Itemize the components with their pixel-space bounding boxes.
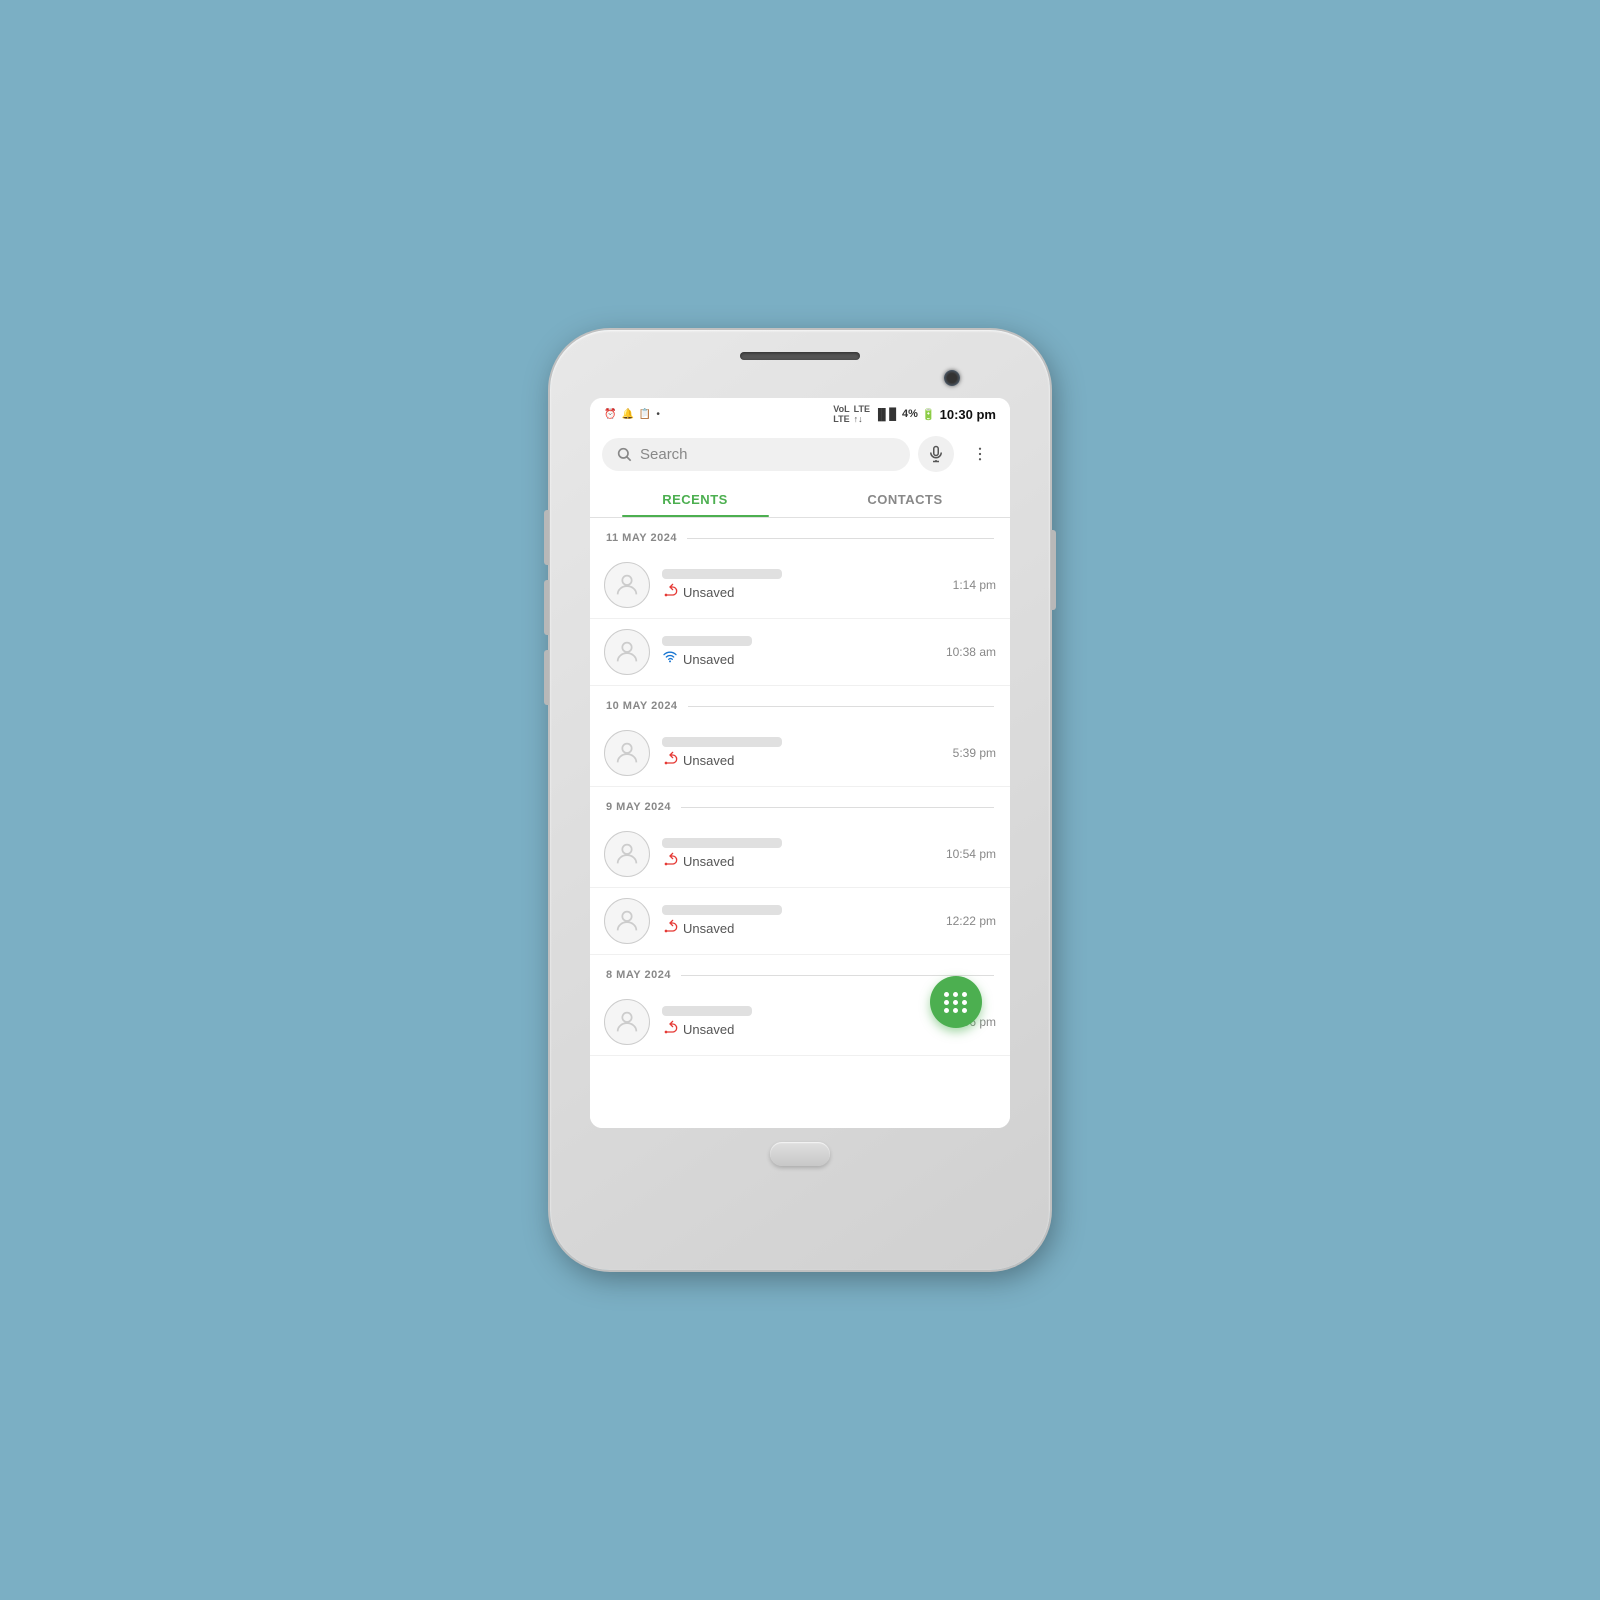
tab-contacts[interactable]: CONTACTS	[800, 480, 1010, 517]
missed-call-icon	[662, 852, 678, 871]
call-info: Unsaved	[662, 905, 934, 938]
tab-recents[interactable]: RECENTS	[590, 480, 800, 517]
call-sub-info: Unsaved	[662, 1020, 941, 1039]
call-name-blur	[662, 569, 782, 579]
lte-icon: LTE↑↓	[854, 404, 870, 424]
search-placeholder: Search	[640, 446, 896, 463]
call-item[interactable]: Unsaved 10:54 pm	[590, 821, 1010, 888]
avatar	[604, 831, 650, 877]
tabs-container: RECENTS CONTACTS	[590, 480, 1010, 518]
missed-call-icon	[662, 1020, 678, 1039]
call-label: Unsaved	[683, 585, 734, 600]
date-label-10may: 10 MAY 2024	[606, 700, 678, 712]
date-label-8may: 8 MAY 2024	[606, 969, 671, 981]
dialpad-fab[interactable]	[930, 976, 982, 1028]
phone-frame: ⏰ 🔔 📋 • VoLLTE LTE↑↓ ▐▌▊ 4% 🔋 10:30 pm	[550, 330, 1050, 1270]
avatar	[604, 730, 650, 776]
home-button[interactable]	[770, 1142, 830, 1166]
search-bar: Search	[590, 428, 1010, 480]
call-info: Unsaved	[662, 838, 934, 871]
date-header-9may: 9 MAY 2024	[590, 787, 1010, 821]
date-label-9may: 9 MAY 2024	[606, 801, 671, 813]
call-info: Unsaved	[662, 737, 941, 770]
silent-icon: 🔔	[621, 409, 633, 420]
call-sub-info: Unsaved	[662, 650, 934, 669]
time-display: 10:30 pm	[940, 407, 996, 422]
date-divider	[687, 538, 994, 539]
call-time: 1:14 pm	[953, 578, 996, 592]
volte-icon: VoLLTE	[833, 404, 849, 424]
call-sub-info: Unsaved	[662, 583, 941, 602]
screen: ⏰ 🔔 📋 • VoLLTE LTE↑↓ ▐▌▊ 4% 🔋 10:30 pm	[590, 398, 1010, 1128]
call-item[interactable]: Unsaved 12:22 pm	[590, 888, 1010, 955]
signal-icon: ▐▌▊	[874, 408, 898, 421]
speaker	[740, 352, 860, 360]
mic-button[interactable]	[918, 436, 954, 472]
call-item[interactable]: Unsaved 5:39 pm	[590, 720, 1010, 787]
date-divider	[681, 975, 994, 976]
call-label: Unsaved	[683, 854, 734, 869]
call-info: Unsaved	[662, 569, 941, 602]
call-name-blur	[662, 636, 752, 646]
date-header-10may: 10 MAY 2024	[590, 686, 1010, 720]
call-info: Unsaved	[662, 636, 934, 669]
date-header-11may: 11 MAY 2024	[590, 518, 1010, 552]
date-divider	[681, 807, 994, 808]
call-name-blur	[662, 905, 782, 915]
front-camera	[944, 370, 960, 386]
call-sub-info: Unsaved	[662, 852, 934, 871]
call-label: Unsaved	[683, 1022, 734, 1037]
avatar	[604, 898, 650, 944]
battery-icon: 🔋	[922, 408, 936, 421]
call-name-blur	[662, 737, 782, 747]
call-time: 5:39 pm	[953, 746, 996, 760]
call-label: Unsaved	[683, 652, 734, 667]
call-label: Unsaved	[683, 753, 734, 768]
status-left-icons: ⏰ 🔔 📋 •	[604, 409, 660, 420]
status-bar: ⏰ 🔔 📋 • VoLLTE LTE↑↓ ▐▌▊ 4% 🔋 10:30 pm	[590, 398, 1010, 428]
alarm-icon: ⏰	[604, 409, 616, 420]
status-right-info: VoLLTE LTE↑↓ ▐▌▊ 4% 🔋 10:30 pm	[833, 404, 996, 424]
call-item[interactable]: Unsaved 1:14 pm	[590, 552, 1010, 619]
call-time: 10:38 am	[946, 645, 996, 659]
camera-area	[610, 370, 990, 386]
calls-list: 11 MAY 2024	[590, 518, 1010, 1128]
call-item[interactable]: Unsaved 10:38 am	[590, 619, 1010, 686]
call-sub-info: Unsaved	[662, 751, 941, 770]
missed-call-icon	[662, 919, 678, 938]
wifi-call-icon	[662, 650, 678, 669]
call-name-blur	[662, 838, 782, 848]
more-options-button[interactable]	[962, 436, 998, 472]
call-time: 12:22 pm	[946, 914, 996, 928]
call-info: Unsaved	[662, 1006, 941, 1039]
battery-percent: 4%	[902, 408, 918, 420]
missed-call-icon	[662, 751, 678, 770]
avatar	[604, 562, 650, 608]
call-sub-info: Unsaved	[662, 919, 934, 938]
search-icon	[616, 446, 632, 462]
avatar	[604, 629, 650, 675]
date-divider	[688, 706, 994, 707]
clipboard-icon: 📋	[639, 409, 651, 420]
date-label-11may: 11 MAY 2024	[606, 532, 677, 544]
avatar	[604, 999, 650, 1045]
call-name-blur	[662, 1006, 752, 1016]
call-label: Unsaved	[683, 921, 734, 936]
call-time: 10:54 pm	[946, 847, 996, 861]
dialpad-icon	[944, 992, 968, 1013]
search-input-container[interactable]: Search	[602, 438, 910, 471]
missed-call-icon	[662, 583, 678, 602]
dot-icon: •	[656, 409, 660, 420]
